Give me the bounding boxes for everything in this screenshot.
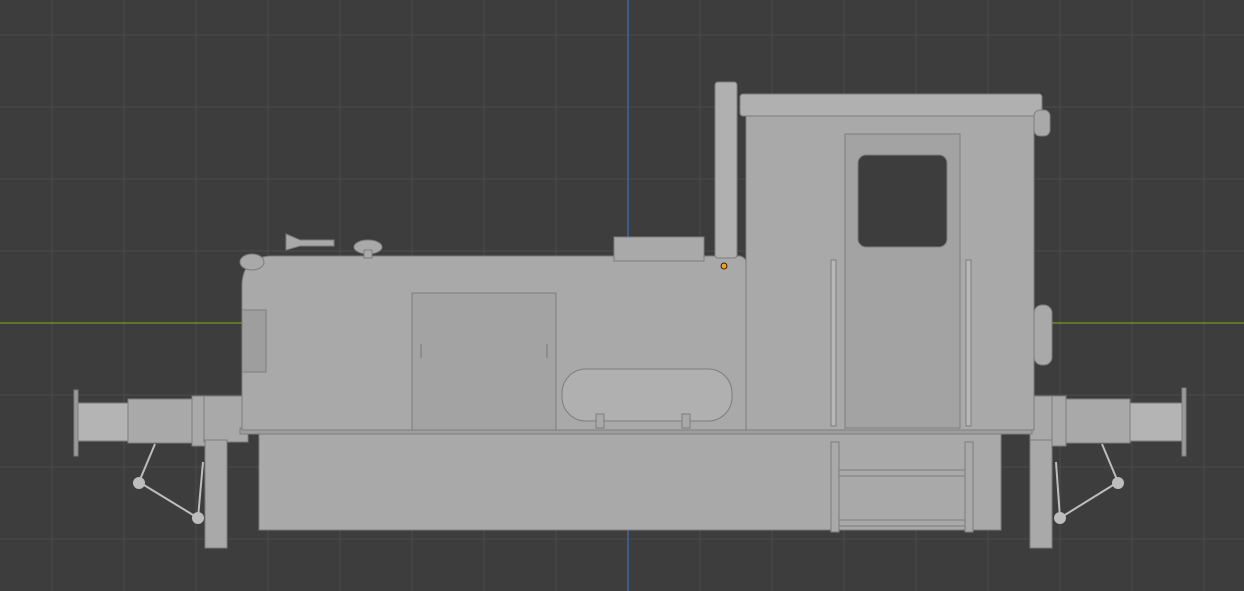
exhaust-stack xyxy=(714,81,738,259)
origin-marker xyxy=(720,262,728,270)
left-wheel-guard xyxy=(204,439,228,549)
sand-box xyxy=(613,236,705,262)
right-handrail xyxy=(965,259,972,427)
air-tank xyxy=(561,368,733,422)
cab-roof xyxy=(739,93,1043,117)
cab-window xyxy=(857,154,948,248)
buffer-beam-left xyxy=(203,395,249,443)
radiator-front xyxy=(241,309,267,373)
left-handrail xyxy=(830,259,837,427)
right-wheel-guard xyxy=(1029,439,1053,549)
headlight xyxy=(239,253,265,271)
3d-viewport[interactable] xyxy=(0,0,1244,591)
chassis xyxy=(258,429,1002,531)
hood-door[interactable] xyxy=(411,292,557,431)
